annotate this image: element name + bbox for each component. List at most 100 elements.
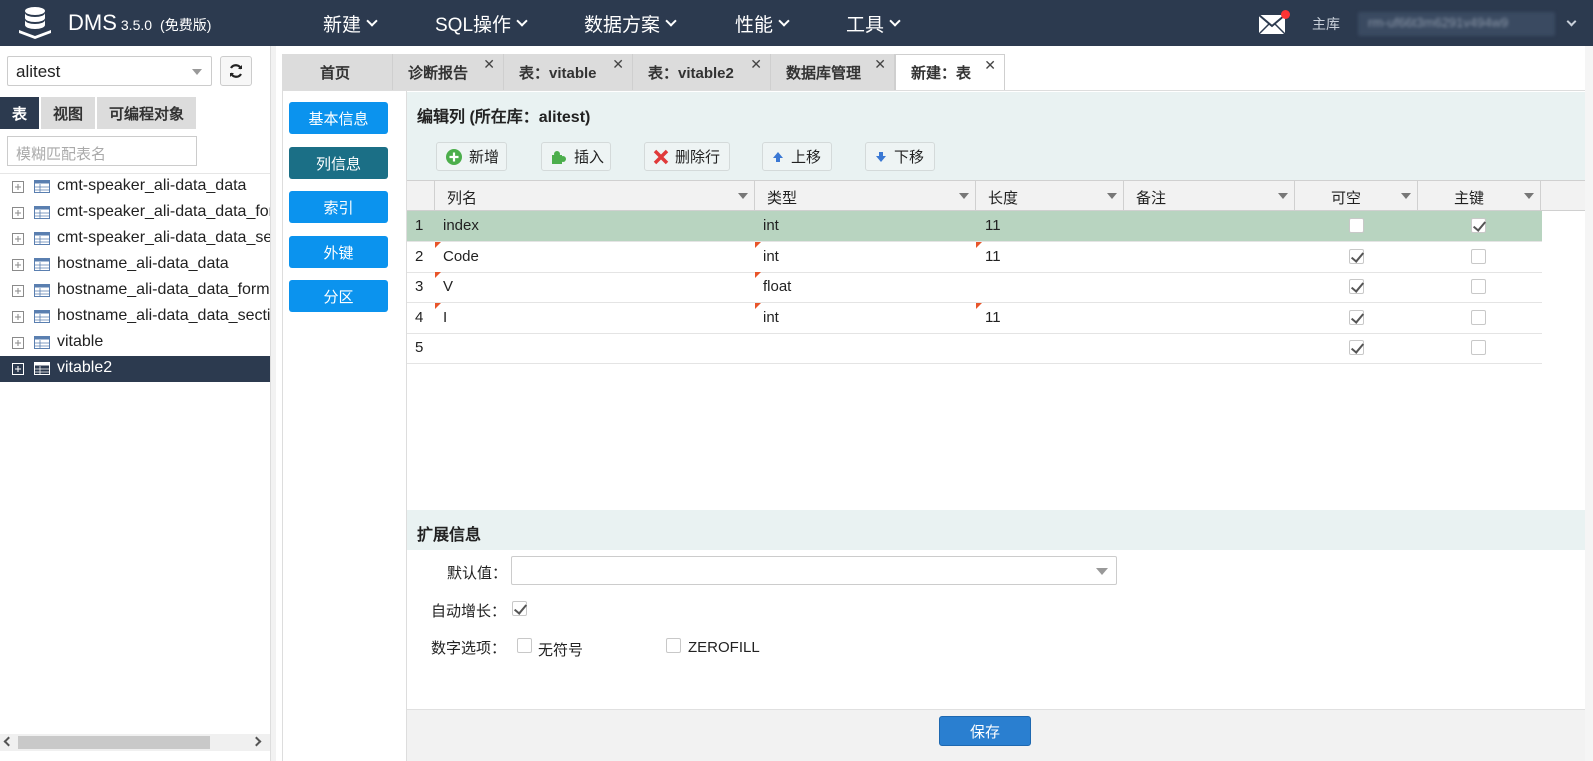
cell-length[interactable]: 11 xyxy=(985,242,1001,272)
tab-tables[interactable]: 表 xyxy=(0,97,40,129)
move-up-label: 上移 xyxy=(791,149,822,166)
header-comment[interactable]: 备注 xyxy=(1124,181,1295,211)
scrollbar-thumb[interactable] xyxy=(18,736,210,749)
cell-type[interactable]: int xyxy=(763,242,779,272)
move-up-button[interactable]: 上移 xyxy=(762,142,832,171)
expand-icon[interactable] xyxy=(12,337,24,349)
add-column-button[interactable]: 新增 xyxy=(436,142,507,171)
cell-type[interactable]: int xyxy=(763,303,779,333)
expand-icon[interactable] xyxy=(12,363,24,375)
tab-vitable2[interactable]: 表：vitable2 ✕ xyxy=(633,54,771,90)
tree-item-table[interactable]: hostname_ali-data_data_forma xyxy=(0,278,270,304)
close-icon[interactable]: ✕ xyxy=(750,56,762,73)
cell-length[interactable]: 11 xyxy=(985,211,1001,241)
header-type[interactable]: 类型 xyxy=(755,181,976,211)
refresh-button[interactable] xyxy=(220,56,252,86)
database-select[interactable]: alitest xyxy=(7,56,212,86)
header-primary-key[interactable]: 主键 xyxy=(1418,181,1541,211)
tab-db-management[interactable]: 数据库管理 ✕ xyxy=(771,54,895,90)
zerofill-checkbox[interactable] xyxy=(666,638,681,653)
dropdown-arrow-icon[interactable] xyxy=(1401,193,1411,199)
move-down-button[interactable]: 下移 xyxy=(865,142,935,171)
delete-row-button[interactable]: 删除行 xyxy=(644,142,730,171)
tree-item-table[interactable]: cmt-speaker_ali-data_data_sec xyxy=(0,226,270,252)
table-row[interactable]: 2 Code int 11 xyxy=(407,241,1542,273)
tab-new-table[interactable]: 新建：表 ✕ xyxy=(895,54,1005,90)
nullable-checkbox[interactable] xyxy=(1349,248,1364,264)
cell-column-name[interactable]: Code xyxy=(443,242,479,272)
dropdown-arrow-icon[interactable] xyxy=(1278,193,1288,199)
instance-select[interactable]: rm-uf66t3m6291v494w9 xyxy=(1358,12,1555,36)
cell-type[interactable]: int xyxy=(763,211,779,241)
partition-button[interactable]: 分区 xyxy=(289,280,388,312)
tab-views[interactable]: 视图 xyxy=(41,97,96,129)
cell-type[interactable]: float xyxy=(763,272,791,302)
header-column-name[interactable]: 列名 xyxy=(435,181,755,211)
nav-tools[interactable]: 工具 xyxy=(846,0,901,46)
tree-item-table[interactable]: vitable xyxy=(0,330,270,356)
unsigned-checkbox[interactable] xyxy=(517,638,532,653)
close-icon[interactable]: ✕ xyxy=(984,57,996,74)
tab-programmable[interactable]: 可编程对象 xyxy=(97,97,197,129)
table-row[interactable]: 1 index int 11 xyxy=(407,211,1542,242)
cell-column-name[interactable]: I xyxy=(443,303,447,333)
header-length[interactable]: 长度 xyxy=(976,181,1124,211)
tree-item-table[interactable]: vitable2 xyxy=(0,356,270,382)
scroll-right-icon[interactable] xyxy=(251,736,262,747)
dropdown-arrow-icon[interactable] xyxy=(738,193,748,199)
nullable-checkbox[interactable] xyxy=(1349,309,1364,325)
horizontal-scrollbar[interactable] xyxy=(0,734,270,751)
nullable-checkbox[interactable] xyxy=(1349,218,1364,233)
auto-increment-checkbox[interactable] xyxy=(512,601,527,616)
tree-item-table[interactable]: cmt-speaker_ali-data_data_for xyxy=(0,200,270,226)
expand-icon[interactable] xyxy=(12,311,24,323)
column-info-button[interactable]: 列信息 xyxy=(289,147,388,179)
dropdown-arrow-icon[interactable] xyxy=(1524,193,1534,199)
index-button[interactable]: 索引 xyxy=(289,191,388,223)
expand-icon[interactable] xyxy=(12,285,24,297)
expand-icon[interactable] xyxy=(12,259,24,271)
close-icon[interactable]: ✕ xyxy=(483,56,495,73)
primary-key-checkbox[interactable] xyxy=(1471,340,1486,355)
basic-info-button[interactable]: 基本信息 xyxy=(289,102,388,134)
cell-length[interactable]: 11 xyxy=(985,303,1001,333)
insert-column-button[interactable]: 插入 xyxy=(541,142,611,171)
scroll-left-icon[interactable] xyxy=(3,736,14,747)
dropdown-arrow-icon[interactable] xyxy=(959,193,969,199)
nav-sql[interactable]: SQL操作 xyxy=(435,0,528,46)
nav-performance[interactable]: 性能 xyxy=(735,0,790,46)
tree-item-table[interactable]: hostname_ali-data_data xyxy=(0,252,270,278)
cell-column-name[interactable]: index xyxy=(443,211,479,241)
tab-home[interactable]: 首页 xyxy=(282,54,393,90)
primary-key-checkbox[interactable] xyxy=(1471,279,1486,294)
tree-item-table[interactable]: hostname_ali-data_data_sectic xyxy=(0,304,270,330)
expand-icon[interactable] xyxy=(12,233,24,245)
table-row[interactable]: 4 Iint 11 xyxy=(407,302,1542,334)
tab-vitable[interactable]: 表：vitable ✕ xyxy=(504,54,633,90)
nullable-checkbox[interactable] xyxy=(1349,340,1364,355)
primary-key-checkbox[interactable] xyxy=(1471,248,1486,264)
primary-key-checkbox[interactable] xyxy=(1471,218,1486,233)
chevron-down-icon[interactable] xyxy=(1566,16,1577,27)
table-filter-input[interactable]: 模糊匹配表名 xyxy=(7,136,197,166)
expand-icon[interactable] xyxy=(12,207,24,219)
table-row[interactable]: 3 Vfloat xyxy=(407,272,1542,303)
default-value-select[interactable] xyxy=(511,556,1117,585)
cell-column-name[interactable]: V xyxy=(443,272,453,302)
table-row[interactable]: 5 xyxy=(407,333,1542,364)
tree-item-table[interactable]: cmt-speaker_ali-data_data xyxy=(0,174,270,200)
close-icon[interactable]: ✕ xyxy=(612,56,624,73)
nav-data-plan[interactable]: 数据方案 xyxy=(584,0,677,46)
close-icon[interactable]: ✕ xyxy=(874,56,886,73)
tab-diagnosis[interactable]: 诊断报告 ✕ xyxy=(393,54,504,90)
header-nullable[interactable]: 可空 xyxy=(1295,181,1418,211)
vertical-scrollbar[interactable] xyxy=(1585,46,1593,761)
panel-splitter[interactable] xyxy=(270,46,276,761)
save-button[interactable]: 保存 xyxy=(939,716,1031,746)
dropdown-arrow-icon[interactable] xyxy=(1107,193,1117,199)
primary-key-checkbox[interactable] xyxy=(1471,309,1486,325)
foreign-key-button[interactable]: 外键 xyxy=(289,236,388,268)
nav-new[interactable]: 新建 xyxy=(323,0,378,46)
nullable-checkbox[interactable] xyxy=(1349,279,1364,294)
expand-icon[interactable] xyxy=(12,181,24,193)
